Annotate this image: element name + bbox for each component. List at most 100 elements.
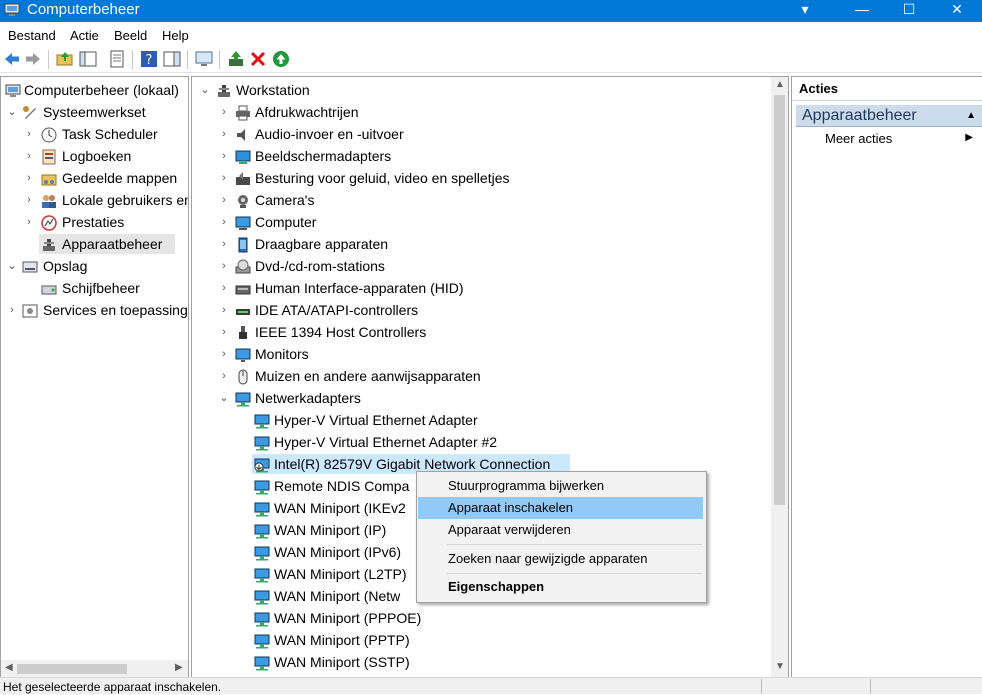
device-category-row[interactable]: › Afdrukwachtrijen	[192, 102, 772, 122]
scroll-up-icon[interactable]: ▲	[775, 79, 785, 90]
device-category-row[interactable]: › IDE ATA/ATAPI-controllers	[192, 300, 772, 320]
menu-item-update-driver[interactable]: Stuurprogramma bijwerken	[418, 475, 703, 497]
menu-item-scan-hardware[interactable]: Zoeken naar gewijzigde apparaten	[418, 548, 703, 570]
device-category-row[interactable]: › Beeldschermadapters	[192, 146, 772, 166]
device-category-row[interactable]: › Camera's	[192, 190, 772, 210]
show-hide-tree-icon[interactable]	[79, 50, 97, 68]
chevron-right-icon[interactable]: ›	[219, 234, 229, 254]
menu-help[interactable]: Help	[162, 28, 189, 43]
pin-icon[interactable]: ▾	[782, 0, 828, 22]
tree-node-services[interactable]: › Services en toepassingen	[1, 300, 188, 320]
menu-item-properties[interactable]: Eigenschappen	[418, 576, 703, 598]
chevron-right-icon[interactable]: ›	[219, 102, 229, 122]
device-category-row[interactable]: › Monitors	[192, 344, 772, 364]
submenu-arrow-icon[interactable]: ▶	[965, 132, 973, 143]
tree-node-gedeelde-mappen[interactable]: › Gedeelde mappen	[1, 168, 188, 188]
chevron-down-icon[interactable]: ⌄	[219, 388, 229, 408]
computer-icon	[235, 216, 251, 230]
chevron-right-icon[interactable]: ›	[219, 168, 229, 188]
chevron-down-icon[interactable]: ⌄	[7, 256, 17, 276]
usb-connector-icon	[239, 326, 247, 339]
tree-label: WAN Miniport (IKEv2	[274, 500, 406, 516]
tree-label: Muizen en andere aanwijsapparaten	[255, 368, 481, 384]
tree-node-logboeken[interactable]: › Logboeken	[1, 146, 188, 166]
network-adapter-icon	[254, 656, 270, 671]
tree-node-systeemwerkset[interactable]: ⌄ Systeemwerkset	[1, 102, 188, 122]
device-category-row[interactable]: › Dvd-/cd-rom-stations	[192, 256, 772, 276]
device-category-row[interactable]: › Muizen en andere aanwijsapparaten	[192, 366, 772, 386]
update-driver-icon[interactable]	[227, 50, 245, 68]
scroll-right-icon[interactable]: ▶	[175, 662, 183, 673]
chevron-right-icon[interactable]: ›	[24, 124, 34, 144]
action-pane-icon[interactable]	[163, 50, 181, 68]
scroll-left-icon[interactable]: ◀	[5, 662, 13, 673]
network-adapter-row[interactable]: WAN Miniport (SSTP)	[192, 652, 772, 672]
maximize-button[interactable]: ☐	[886, 0, 932, 22]
network-adapter-row[interactable]: WAN Miniport (PPPOE)	[192, 608, 772, 628]
chevron-right-icon[interactable]: ›	[219, 322, 229, 342]
menu-bestand[interactable]: Bestand	[8, 28, 56, 43]
network-adapter-row[interactable]: Hyper-V Virtual Ethernet Adapter #2	[192, 432, 772, 452]
menu-beeld[interactable]: Beeld	[114, 28, 147, 43]
chevron-down-icon[interactable]: ⌄	[200, 80, 210, 100]
tree-node-prestaties[interactable]: › Prestaties	[1, 212, 188, 232]
scroll-down-icon[interactable]: ▼	[775, 661, 785, 672]
event-viewer-icon	[42, 149, 56, 165]
more-actions-link[interactable]: Meer acties	[825, 131, 892, 147]
tree-node-opslag[interactable]: ⌄ Opslag	[1, 256, 188, 276]
scrollbar-thumb[interactable]	[17, 664, 127, 674]
device-category-row[interactable]: › Audio-invoer en -uitvoer	[192, 124, 772, 144]
tree-node-lokale-gebruikers[interactable]: › Lokale gebruikers en groepen	[1, 190, 188, 210]
device-category-row[interactable]: ⌄ Netwerkadapters	[192, 388, 772, 408]
chevron-right-icon[interactable]: ›	[219, 146, 229, 166]
monitor-icon[interactable]	[195, 50, 213, 68]
menu-item-enable-device[interactable]: Apparaat inschakelen	[418, 497, 703, 519]
collapse-caret-icon[interactable]: ▲	[966, 105, 976, 126]
scrollbar-thumb[interactable]	[774, 95, 785, 505]
network-adapter-row[interactable]: Hyper-V Virtual Ethernet Adapter	[192, 410, 772, 430]
device-category-row[interactable]: › Human Interface-apparaten (HID)	[192, 278, 772, 298]
minimize-button[interactable]: —	[839, 0, 885, 22]
device-category-row[interactable]: › Computer	[192, 212, 772, 232]
menu-actie[interactable]: Actie	[70, 28, 99, 43]
actions-group-header[interactable]: Apparaatbeheer ▲	[796, 105, 982, 127]
chevron-down-icon[interactable]: ⌄	[7, 102, 17, 122]
chevron-right-icon[interactable]: ›	[219, 344, 229, 364]
computer-management-icon	[4, 3, 20, 16]
chevron-right-icon[interactable]: ›	[24, 168, 34, 188]
help-icon[interactable]: ?	[140, 50, 158, 68]
chevron-right-icon[interactable]: ›	[219, 190, 229, 210]
menu-item-uninstall-device[interactable]: Apparaat verwijderen	[418, 519, 703, 541]
chevron-right-icon[interactable]: ›	[219, 256, 229, 276]
tree-node-task-scheduler[interactable]: › Task Scheduler	[1, 124, 188, 144]
tree-node-root[interactable]: Computerbeheer (lokaal)	[1, 80, 188, 100]
chevron-right-icon[interactable]: ›	[7, 300, 17, 320]
device-category-row[interactable]: › Besturing voor geluid, video en spelle…	[192, 168, 772, 188]
properties-sheet-icon[interactable]	[108, 50, 126, 68]
horizontal-scrollbar[interactable]: ◀ ▶	[1, 660, 188, 677]
chevron-right-icon[interactable]: ›	[24, 212, 34, 232]
up-folder-icon[interactable]	[56, 50, 74, 68]
uninstall-x-icon[interactable]	[249, 50, 267, 68]
chevron-right-icon[interactable]: ›	[219, 366, 229, 386]
chevron-right-icon[interactable]: ›	[219, 278, 229, 298]
chevron-right-icon[interactable]: ›	[219, 124, 229, 144]
tree-node-apparaatbeheer[interactable]: Apparaatbeheer	[1, 234, 188, 254]
device-root-workstation[interactable]: ⌄ Workstation	[192, 80, 772, 100]
menu-item-label: Apparaat verwijderen	[448, 522, 571, 537]
tree-node-schijfbeheer[interactable]: Schijfbeheer	[1, 278, 188, 298]
close-button[interactable]: ✕	[934, 0, 980, 22]
forward-arrow-icon[interactable]	[24, 50, 42, 68]
network-adapter-row[interactable]: WAN Miniport (PPTP)	[192, 630, 772, 650]
chevron-right-icon[interactable]: ›	[24, 146, 34, 166]
chevron-right-icon[interactable]: ›	[219, 300, 229, 320]
device-category-row[interactable]: › IEEE 1394 Host Controllers	[192, 322, 772, 342]
vertical-scrollbar[interactable]: ▲ ▼	[771, 77, 788, 677]
status-separator	[870, 679, 871, 694]
device-category-row[interactable]: › Draagbare apparaten	[192, 234, 772, 254]
chevron-right-icon[interactable]: ›	[219, 212, 229, 232]
back-arrow-icon[interactable]	[3, 50, 21, 68]
enable-device-icon[interactable]	[272, 50, 290, 68]
mouse-icon	[238, 369, 248, 385]
chevron-right-icon[interactable]: ›	[24, 190, 34, 210]
